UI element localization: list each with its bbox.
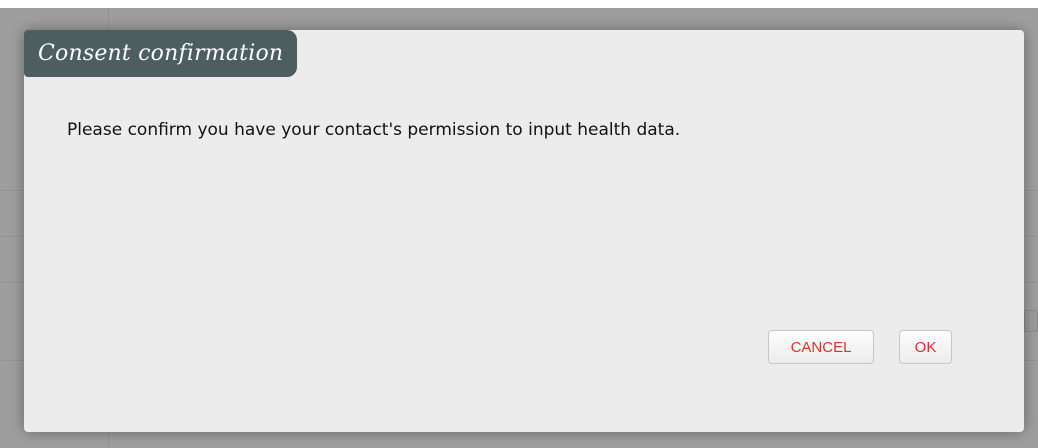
dialog-message: Please confirm you have your contact's p… — [67, 120, 681, 140]
top-strip — [0, 0, 1038, 8]
cancel-button[interactable]: CANCEL — [768, 330, 874, 364]
consent-dialog: Consent confirmation Please confirm you … — [24, 30, 1024, 432]
ok-button[interactable]: OK — [899, 330, 952, 364]
dialog-actions: CANCEL OK — [768, 330, 952, 364]
dialog-title-bar: Consent confirmation — [24, 30, 298, 77]
dialog-title: Consent confirmation — [38, 41, 284, 66]
